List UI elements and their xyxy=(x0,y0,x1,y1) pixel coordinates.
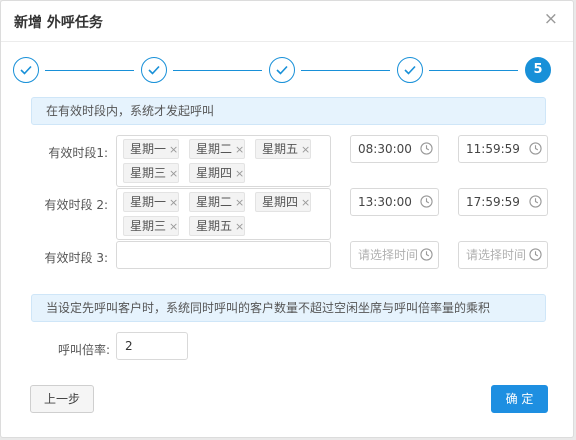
confirm-button[interactable]: 确 定 xyxy=(491,385,548,413)
check-icon xyxy=(20,65,32,75)
weekday-tag: 星期四 × xyxy=(189,163,246,183)
period-1-start-time[interactable]: 08:30:00 xyxy=(350,135,439,163)
clock-icon xyxy=(529,248,542,261)
period-3-start-time[interactable]: 请选择时间 xyxy=(350,241,439,269)
tag-remove-icon[interactable]: × xyxy=(235,143,244,156)
step-connector xyxy=(173,70,262,71)
check-icon xyxy=(276,65,288,75)
step-connector xyxy=(429,70,518,71)
step-connector xyxy=(301,70,390,71)
period-3-end-time[interactable]: 请选择时间 xyxy=(458,241,548,269)
prev-button[interactable]: 上一步 xyxy=(30,385,94,413)
tag-remove-icon[interactable]: × xyxy=(235,167,244,180)
tag-remove-icon[interactable]: × xyxy=(169,196,178,209)
weekday-tag: 星期三 × xyxy=(123,216,180,236)
period-3-weekday-select[interactable] xyxy=(116,241,331,269)
tag-remove-icon[interactable]: × xyxy=(169,143,178,156)
dialog: 新增 外呼任务 × 5 在有效时段内，系统才发起呼叫 有效时段1: 星期一 × 星… xyxy=(0,0,574,438)
period-2-weekday-select[interactable]: 星期一 × 星期二 × 星期四 × 星期三 × 星期五 × xyxy=(116,188,331,240)
weekday-tag: 星期一 × xyxy=(123,192,180,212)
weekday-tag: 星期二 × xyxy=(189,139,246,159)
tag-remove-icon[interactable]: × xyxy=(169,220,178,233)
ratio-input[interactable]: 2 xyxy=(116,332,188,360)
info-banner-period: 在有效时段内，系统才发起呼叫 xyxy=(31,97,546,125)
clock-icon xyxy=(529,195,542,208)
tag-remove-icon[interactable]: × xyxy=(301,196,310,209)
period-2-label: 有效时段 2: xyxy=(44,198,109,212)
step-1-done xyxy=(13,57,39,83)
clock-icon xyxy=(529,142,542,155)
period-1-label: 有效时段1: xyxy=(48,146,108,160)
check-icon xyxy=(148,65,160,75)
check-icon xyxy=(404,65,416,75)
tag-remove-icon[interactable]: × xyxy=(235,220,244,233)
clock-icon xyxy=(420,248,433,261)
step-connector xyxy=(45,70,134,71)
weekday-tag: 星期五 × xyxy=(255,139,312,159)
weekday-tag: 星期三 × xyxy=(123,163,180,183)
weekday-tag: 星期五 × xyxy=(189,216,246,236)
weekday-tag: 星期四 × xyxy=(255,192,312,212)
weekday-tag: 星期二 × xyxy=(189,192,246,212)
ratio-label: 呼叫倍率: xyxy=(57,343,110,357)
period-1-weekday-select[interactable]: 星期一 × 星期二 × 星期五 × 星期三 × 星期四 × xyxy=(116,135,331,187)
clock-icon xyxy=(420,195,433,208)
weekday-tag: 星期一 × xyxy=(123,139,180,159)
step-3-done xyxy=(269,57,295,83)
period-2-end-time[interactable]: 17:59:59 xyxy=(458,188,548,216)
tag-remove-icon[interactable]: × xyxy=(235,196,244,209)
period-2-start-time[interactable]: 13:30:00 xyxy=(350,188,439,216)
step-4-done xyxy=(397,57,423,83)
period-3-label: 有效时段 3: xyxy=(44,251,109,265)
dialog-header: 新增 外呼任务 × xyxy=(1,1,573,42)
period-1-end-time[interactable]: 11:59:59 xyxy=(458,135,548,163)
close-icon[interactable]: × xyxy=(544,9,558,29)
tag-remove-icon[interactable]: × xyxy=(301,143,310,156)
step-5-current: 5 xyxy=(525,57,551,83)
tag-remove-icon[interactable]: × xyxy=(169,167,178,180)
step-2-done xyxy=(141,57,167,83)
dialog-title: 新增 外呼任务 xyxy=(14,15,103,31)
clock-icon xyxy=(420,142,433,155)
info-banner-ratio: 当设定先呼叫客户时，系统同时呼叫的客户数量不超过空闲坐席与呼叫倍率量的乘积 xyxy=(31,294,546,322)
